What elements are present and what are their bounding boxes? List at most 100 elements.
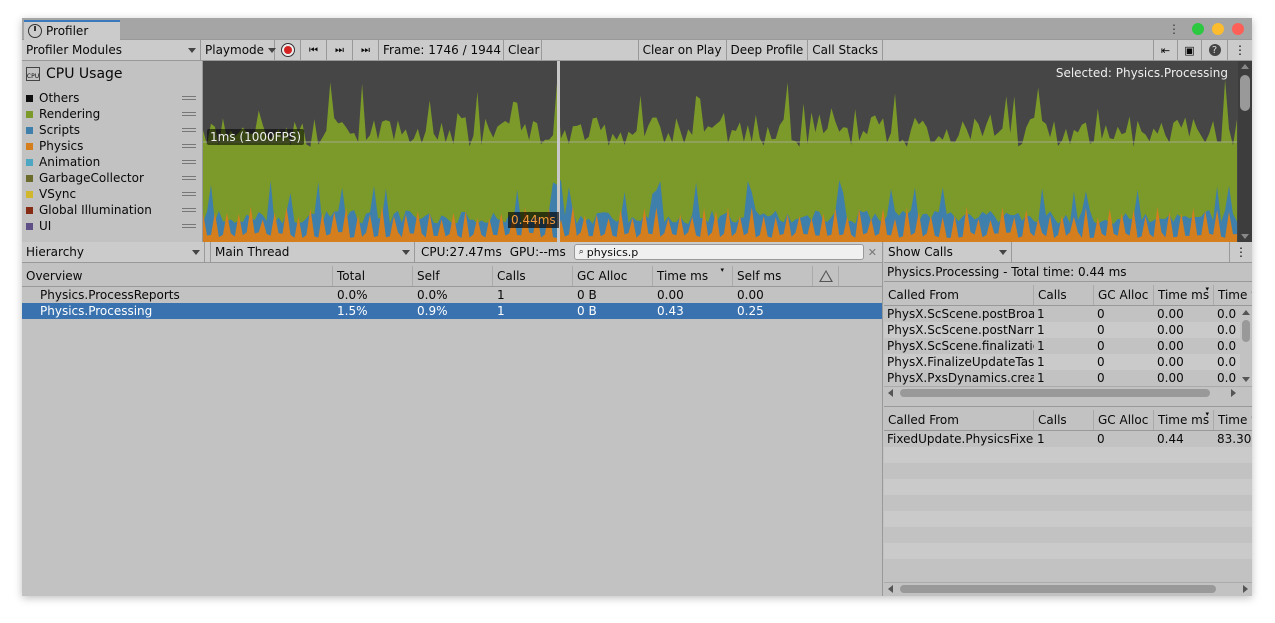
hierarchy-row[interactable]: Physics.Processing 1.5% 0.9% 1 0 B 0.43 0.25 [22, 303, 882, 319]
called-from-vscrollbar[interactable] [1240, 306, 1252, 386]
drag-handle-icon[interactable] [182, 224, 196, 228]
column-overview[interactable]: Overview [22, 266, 333, 286]
first-frame-button[interactable]: ⏮ [301, 40, 327, 60]
call-row[interactable]: PhysX.FinalizeUpdateTask 1 0 0.00 0.0 [884, 354, 1240, 370]
scroll-thumb[interactable] [900, 585, 1216, 593]
calls-options-button[interactable]: ⋮ [1230, 242, 1252, 262]
column-time-pct[interactable]: Time % [1214, 285, 1252, 305]
column-gc-alloc[interactable]: GC Alloc [1094, 410, 1154, 430]
drag-handle-icon[interactable] [182, 112, 196, 116]
clear-on-play-toggle[interactable]: Clear on Play [639, 40, 727, 60]
deep-profile-toggle[interactable]: Deep Profile [727, 40, 809, 60]
legend-item[interactable]: Animation [26, 154, 198, 170]
record-button[interactable] [275, 40, 301, 60]
tab-profiler[interactable]: Profiler [24, 20, 120, 40]
cell-calls: 1 [1037, 323, 1045, 337]
scroll-down-icon[interactable] [1242, 377, 1250, 382]
step-back-icon: ⏮ [309, 44, 318, 56]
more-options-icon[interactable]: ⋮ [1168, 22, 1180, 36]
drag-handle-icon[interactable] [182, 192, 196, 196]
column-called-from[interactable]: Called From [884, 285, 1034, 305]
scroll-right-icon[interactable] [1243, 585, 1248, 593]
call-row[interactable]: PhysX.ScScene.postBroadPhase1 0 0.00 0.0 [884, 306, 1240, 322]
profiler-modules-dropdown[interactable]: Profiler Modules [22, 40, 201, 60]
legend-item[interactable]: UI [26, 218, 198, 234]
scroll-up-icon[interactable] [1242, 310, 1250, 315]
graph-scrollbar[interactable] [1238, 61, 1252, 242]
options-button[interactable]: ⋮ [1228, 40, 1252, 60]
help-button[interactable]: ? [1202, 40, 1228, 60]
show-calls-dropdown[interactable]: Show Calls [884, 242, 1012, 262]
scroll-thumb[interactable] [900, 389, 1210, 397]
clear-search-icon[interactable]: ✕ [868, 242, 877, 262]
column-calls[interactable]: Calls [1034, 285, 1094, 305]
load-button[interactable]: ⇤ [1154, 40, 1178, 60]
column-called-from[interactable]: Called From [884, 410, 1034, 430]
legend-item[interactable]: Rendering [26, 106, 198, 122]
call-row[interactable]: PhysX.PxsDynamics.createFinalizeContacts… [884, 370, 1240, 386]
called-from-hscrollbar[interactable] [884, 386, 1252, 398]
playmode-dropdown[interactable]: Playmode [201, 40, 277, 60]
legend-swatch [26, 94, 33, 102]
drag-handle-icon[interactable] [182, 160, 196, 164]
drag-handle-icon[interactable] [182, 208, 196, 212]
maximize-button[interactable] [1192, 23, 1204, 35]
hierarchy-row[interactable]: Physics.ProcessReports 0.0% 0.0% 1 0 B 0.00 0.… [22, 287, 882, 303]
legend-label: Others [39, 91, 80, 105]
close-button[interactable] [1232, 23, 1244, 35]
column-self[interactable]: Self [413, 266, 493, 286]
scroll-thumb[interactable] [1240, 75, 1250, 111]
cell-pct: 83.30 [1217, 432, 1252, 446]
gpu-time-label: GPU:--ms [509, 245, 566, 259]
column-label: Called From [888, 288, 959, 302]
column-time-ms[interactable]: Time ms ▾ [1154, 285, 1214, 305]
legend-item[interactable]: Physics [26, 138, 198, 154]
column-warnings[interactable] [813, 266, 839, 286]
stopwatch-icon [28, 24, 42, 38]
column-calls[interactable]: Calls [493, 266, 573, 286]
legend-item[interactable]: Others [26, 90, 198, 106]
call-stacks-toggle[interactable]: Call Stacks [808, 40, 883, 60]
column-label: Overview [26, 269, 83, 283]
scroll-up-icon[interactable] [1241, 64, 1249, 69]
scroll-thumb[interactable] [1242, 320, 1250, 342]
column-self-ms[interactable]: Self ms [733, 266, 813, 286]
cell-self_ms: 0.00 [737, 288, 764, 302]
frame-counter: Frame: 1746 / 1944 [379, 40, 504, 60]
column-time-pct[interactable]: Time % [1214, 410, 1252, 430]
empty-row [884, 543, 1252, 559]
column-gc-alloc[interactable]: GC Alloc [573, 266, 653, 286]
clear-button[interactable]: Clear [504, 40, 542, 60]
search-input[interactable]: ⌕ physics.p [573, 244, 864, 260]
column-time-ms[interactable]: Time ms ▾ [1154, 410, 1214, 430]
column-time-ms[interactable]: Time ms ▾ [653, 266, 733, 286]
drag-handle-icon[interactable] [182, 128, 196, 132]
cpu-module-title[interactable]: CPU CPU Usage [26, 64, 198, 84]
scroll-left-icon[interactable] [888, 585, 893, 593]
column-total[interactable]: Total [333, 266, 413, 286]
view-dropdown[interactable]: Hierarchy [22, 242, 205, 262]
thread-dropdown[interactable]: Main Thread [211, 242, 415, 262]
drag-handle-icon[interactable] [182, 96, 196, 100]
minimize-button[interactable] [1212, 23, 1224, 35]
drag-handle-icon[interactable] [182, 176, 196, 180]
scroll-down-icon[interactable] [1241, 234, 1249, 239]
call-row[interactable]: FixedUpdate.PhysicsFixedUpdate1 0 0.44 83.3… [884, 431, 1252, 447]
scroll-right-icon[interactable] [1231, 389, 1236, 397]
next-frame-button[interactable]: ⏭ [327, 40, 353, 60]
drag-handle-icon[interactable] [182, 144, 196, 148]
last-frame-button[interactable]: ⏭ [353, 40, 379, 60]
cpu-usage-graph[interactable]: 1ms (1000FPS) Selected: Physics.Processi… [203, 61, 1252, 242]
calls-to-hscrollbar[interactable] [884, 582, 1252, 594]
legend-item[interactable]: VSync [26, 186, 198, 202]
scroll-left-icon[interactable] [888, 389, 893, 397]
legend-item[interactable]: GarbageCollector [26, 170, 198, 186]
cell-gc: 0 B [577, 304, 597, 318]
legend-item[interactable]: Scripts [26, 122, 198, 138]
call-row[interactable]: PhysX.ScScene.postNarrowPhase1 0 0.00 0.0 [884, 322, 1240, 338]
save-button[interactable]: ▣ [1178, 40, 1202, 60]
column-gc-alloc[interactable]: GC Alloc [1094, 285, 1154, 305]
legend-item[interactable]: Global Illumination [26, 202, 198, 218]
column-calls[interactable]: Calls [1034, 410, 1094, 430]
call-row[interactable]: PhysX.ScScene.finalizationPhase1 0 0.00 0.0 [884, 338, 1240, 354]
